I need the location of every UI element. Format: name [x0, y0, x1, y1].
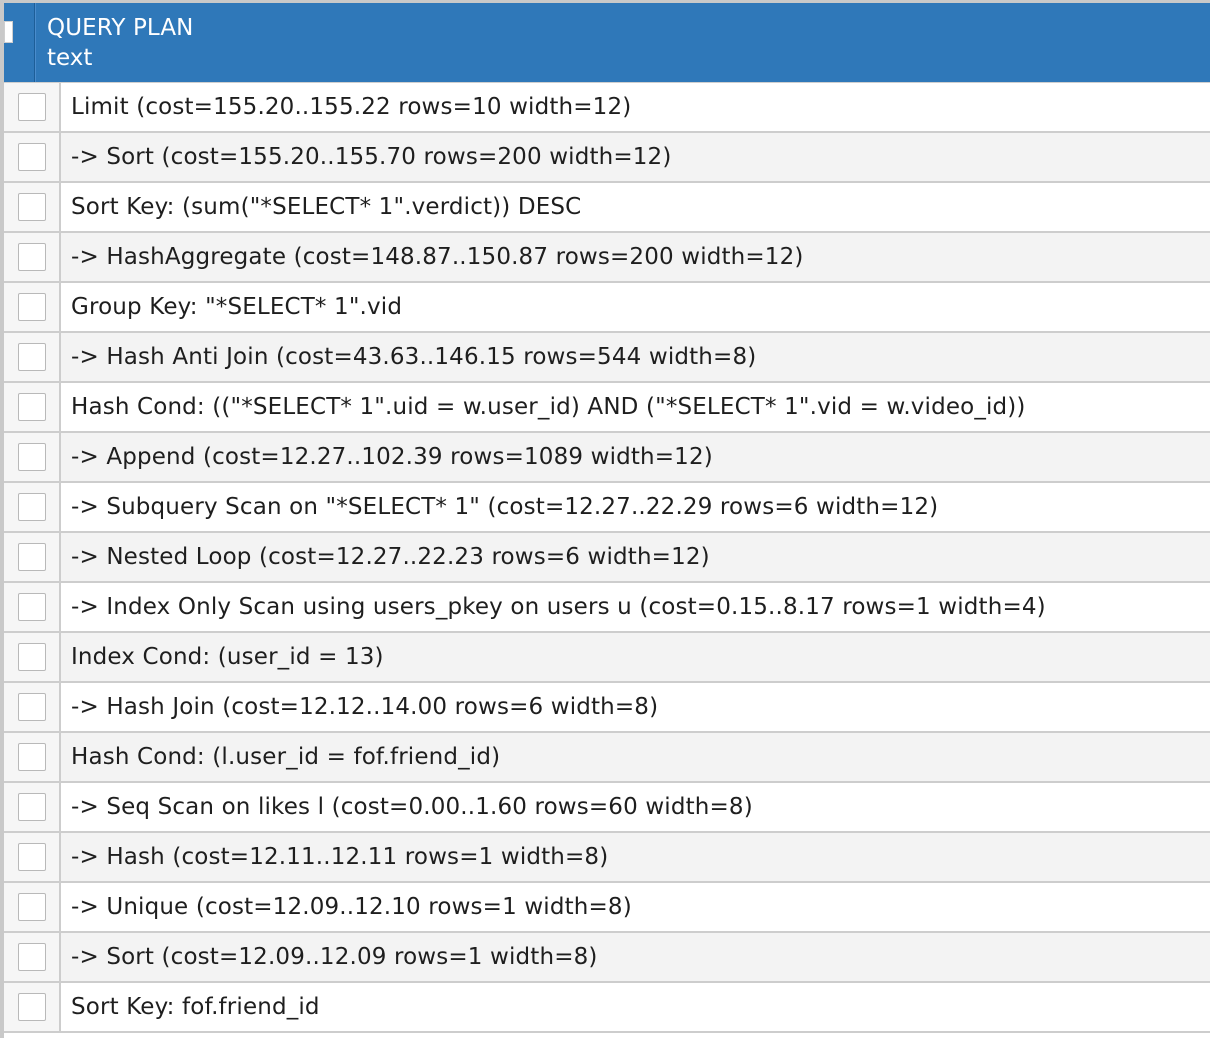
- row-select-cell[interactable]: [4, 483, 61, 531]
- row-checkbox[interactable]: [17, 393, 46, 421]
- row-checkbox[interactable]: [17, 443, 46, 471]
- row-checkbox[interactable]: [17, 143, 46, 171]
- table-row[interactable]: -> Unique (cost=12.09..12.10 rows=1 widt…: [4, 883, 1210, 933]
- query-plan-cell[interactable]: Group Key: "*SELECT* 1".vid: [61, 283, 1210, 331]
- row-checkbox[interactable]: [17, 593, 46, 621]
- column-header-query-plan[interactable]: QUERY PLAN text: [35, 3, 1210, 82]
- row-checkbox[interactable]: [17, 93, 46, 121]
- row-select-cell[interactable]: [4, 633, 61, 681]
- query-plan-cell[interactable]: -> Append (cost=12.27..102.39 rows=1089 …: [61, 433, 1210, 481]
- row-checkbox[interactable]: [17, 643, 46, 671]
- row-select-cell[interactable]: [4, 433, 61, 481]
- table-row[interactable]: Sort Key: fof.friend_id: [4, 983, 1210, 1033]
- table-row[interactable]: Limit (cost=155.20..155.22 rows=10 width…: [4, 83, 1210, 133]
- column-type: text: [47, 45, 93, 71]
- table-row[interactable]: -> Sort (cost=155.20..155.70 rows=200 wi…: [4, 133, 1210, 183]
- table-row[interactable]: -> Nested Loop (cost=12.27..22.23 rows=6…: [4, 533, 1210, 583]
- table-row[interactable]: -> Sort (cost=12.09..12.09 rows=1 width=…: [4, 933, 1210, 983]
- row-select-cell[interactable]: [4, 283, 61, 331]
- table-row[interactable]: Sort Key: (sum("*SELECT* 1".verdict)) DE…: [4, 183, 1210, 233]
- query-plan-cell[interactable]: Sort Key: (sum("*SELECT* 1".verdict)) DE…: [61, 183, 1210, 231]
- table-row[interactable]: Hash Cond: (l.user_id = fof.friend_id): [4, 733, 1210, 783]
- table-row[interactable]: Index Cond: (user_id = 13): [4, 633, 1210, 683]
- row-checkbox[interactable]: [17, 993, 46, 1021]
- select-all-cell[interactable]: [4, 3, 35, 82]
- row-checkbox[interactable]: [17, 243, 46, 271]
- row-select-cell[interactable]: [4, 983, 61, 1031]
- query-plan-cell[interactable]: Hash Cond: (("*SELECT* 1".uid = w.user_i…: [61, 383, 1210, 431]
- row-select-cell[interactable]: [4, 133, 61, 181]
- row-checkbox[interactable]: [17, 493, 46, 521]
- query-plan-cell[interactable]: -> HashAggregate (cost=148.87..150.87 ro…: [61, 233, 1210, 281]
- table-row[interactable]: -> Subquery Scan on "*SELECT* 1" (cost=1…: [4, 483, 1210, 533]
- table-row[interactable]: Hash Cond: (("*SELECT* 1".uid = w.user_i…: [4, 383, 1210, 433]
- table-row[interactable]: -> Hash (cost=12.11..12.11 rows=1 width=…: [4, 833, 1210, 883]
- query-plan-cell[interactable]: -> Seq Scan on likes l (cost=0.00..1.60 …: [61, 783, 1210, 831]
- query-plan-cell[interactable]: -> Unique (cost=12.09..12.10 rows=1 widt…: [61, 883, 1210, 931]
- query-plan-cell[interactable]: Limit (cost=155.20..155.22 rows=10 width…: [61, 83, 1210, 131]
- row-checkbox[interactable]: [17, 943, 46, 971]
- table-row[interactable]: -> Seq Scan on likes l (cost=0.00..1.60 …: [4, 783, 1210, 833]
- row-select-cell[interactable]: [4, 883, 61, 931]
- row-select-cell[interactable]: [4, 683, 61, 731]
- table-row[interactable]: -> Hash Join (cost=12.12..14.00 rows=6 w…: [4, 683, 1210, 733]
- row-checkbox[interactable]: [17, 743, 46, 771]
- query-plan-cell[interactable]: -> Nested Loop (cost=12.27..22.23 rows=6…: [61, 533, 1210, 581]
- row-checkbox[interactable]: [17, 193, 46, 221]
- row-checkbox[interactable]: [17, 293, 46, 321]
- row-checkbox[interactable]: [17, 843, 46, 871]
- query-plan-cell[interactable]: -> Subquery Scan on "*SELECT* 1" (cost=1…: [61, 483, 1210, 531]
- query-plan-cell[interactable]: Index Cond: (user_id = 13): [61, 633, 1210, 681]
- table-row[interactable]: -> HashAggregate (cost=148.87..150.87 ro…: [4, 233, 1210, 283]
- query-plan-cell[interactable]: -> Hash Anti Join (cost=43.63..146.15 ro…: [61, 333, 1210, 381]
- select-all-checkbox[interactable]: [4, 21, 13, 43]
- row-select-cell[interactable]: [4, 833, 61, 881]
- row-select-cell[interactable]: [4, 83, 61, 131]
- row-select-cell[interactable]: [4, 583, 61, 631]
- row-checkbox[interactable]: [17, 893, 46, 921]
- column-name: QUERY PLAN: [47, 15, 194, 41]
- row-select-cell[interactable]: [4, 233, 61, 281]
- grid-header: QUERY PLAN text: [4, 3, 1210, 82]
- query-plan-grid: QUERY PLAN text Limit (cost=155.20..155.…: [0, 0, 1210, 1038]
- grid-body: Limit (cost=155.20..155.22 rows=10 width…: [4, 82, 1210, 1033]
- row-select-cell[interactable]: [4, 933, 61, 981]
- row-checkbox[interactable]: [17, 793, 46, 821]
- row-select-cell[interactable]: [4, 183, 61, 231]
- table-row[interactable]: -> Append (cost=12.27..102.39 rows=1089 …: [4, 433, 1210, 483]
- query-plan-cell[interactable]: -> Sort (cost=155.20..155.70 rows=200 wi…: [61, 133, 1210, 181]
- table-row[interactable]: -> Index Only Scan using users_pkey on u…: [4, 583, 1210, 633]
- row-select-cell[interactable]: [4, 333, 61, 381]
- query-plan-cell[interactable]: Sort Key: fof.friend_id: [61, 983, 1210, 1031]
- row-checkbox[interactable]: [17, 343, 46, 371]
- query-plan-cell[interactable]: -> Index Only Scan using users_pkey on u…: [61, 583, 1210, 631]
- row-checkbox[interactable]: [17, 543, 46, 571]
- row-select-cell[interactable]: [4, 783, 61, 831]
- query-plan-cell[interactable]: -> Sort (cost=12.09..12.09 rows=1 width=…: [61, 933, 1210, 981]
- query-plan-cell[interactable]: Hash Cond: (l.user_id = fof.friend_id): [61, 733, 1210, 781]
- table-row[interactable]: -> Hash Anti Join (cost=43.63..146.15 ro…: [4, 333, 1210, 383]
- table-row[interactable]: Group Key: "*SELECT* 1".vid: [4, 283, 1210, 333]
- row-checkbox[interactable]: [17, 693, 46, 721]
- row-select-cell[interactable]: [4, 733, 61, 781]
- row-select-cell[interactable]: [4, 383, 61, 431]
- query-plan-cell[interactable]: -> Hash (cost=12.11..12.11 rows=1 width=…: [61, 833, 1210, 881]
- row-select-cell[interactable]: [4, 533, 61, 581]
- query-plan-cell[interactable]: -> Hash Join (cost=12.12..14.00 rows=6 w…: [61, 683, 1210, 731]
